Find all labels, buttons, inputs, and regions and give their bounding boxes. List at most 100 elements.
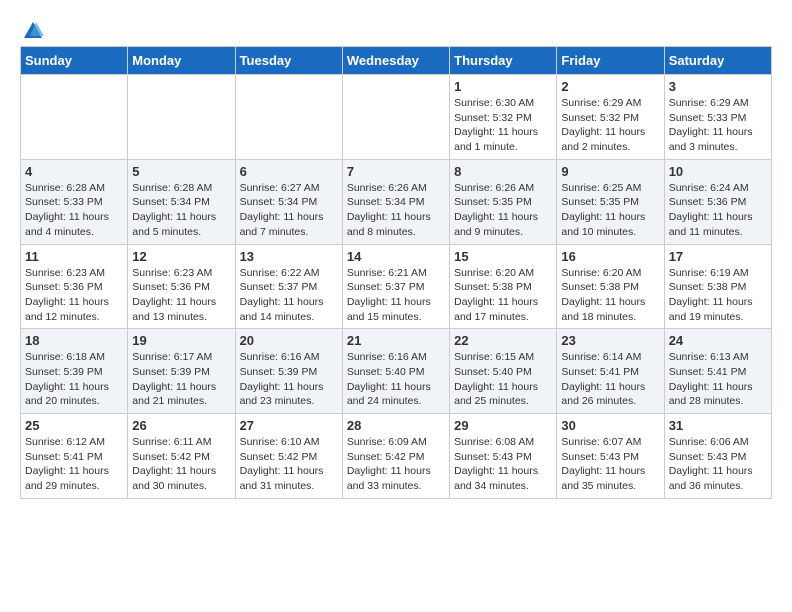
calendar-day-cell: 20Sunrise: 6:16 AM Sunset: 5:39 PM Dayli…: [235, 329, 342, 414]
day-info: Sunrise: 6:07 AM Sunset: 5:43 PM Dayligh…: [561, 435, 659, 494]
day-number: 31: [669, 418, 767, 433]
day-info: Sunrise: 6:30 AM Sunset: 5:32 PM Dayligh…: [454, 96, 552, 155]
day-info: Sunrise: 6:20 AM Sunset: 5:38 PM Dayligh…: [454, 266, 552, 325]
calendar-day-cell: 9Sunrise: 6:25 AM Sunset: 5:35 PM Daylig…: [557, 159, 664, 244]
calendar-day-cell: 30 Sunrise: 6:07 AM Sunset: 5:43 PM Dayli…: [557, 414, 664, 499]
day-number: 10: [669, 164, 767, 179]
day-info: Sunrise: 6:27 AM Sunset: 5:34 PM Dayligh…: [240, 181, 338, 240]
calendar-day-cell: 31 Sunrise: 6:06 AM Sunset: 5:43 PM Dayli…: [664, 414, 771, 499]
day-number: 2: [561, 79, 659, 94]
day-number: 4: [25, 164, 123, 179]
calendar-week-row: 25 Sunrise: 6:12 AM Sunset: 5:41 PM Dayli…: [21, 414, 772, 499]
calendar-day-cell: 17 Sunrise: 6:19 AM Sunset: 5:38 PM Dayli…: [664, 244, 771, 329]
day-number: 8: [454, 164, 552, 179]
day-info: Sunrise: 6:20 AM Sunset: 5:38 PM Dayligh…: [561, 266, 659, 325]
day-info: Sunrise: 6:28 AM Sunset: 5:33 PM Dayligh…: [25, 181, 123, 240]
calendar-day-cell: 26 Sunrise: 6:11 AM Sunset: 5:42 PM Dayli…: [128, 414, 235, 499]
calendar-day-cell: 27 Sunrise: 6:10 AM Sunset: 5:42 PM Dayli…: [235, 414, 342, 499]
day-of-week-header: Saturday: [664, 47, 771, 75]
day-info: Sunrise: 6:21 AM Sunset: 5:37 PM Dayligh…: [347, 266, 445, 325]
day-number: 15: [454, 249, 552, 264]
day-number: 11: [25, 249, 123, 264]
day-number: 18: [25, 333, 123, 348]
page-header: [20, 20, 772, 36]
day-info: Sunrise: 6:08 AM Sunset: 5:43 PM Dayligh…: [454, 435, 552, 494]
day-info: Sunrise: 6:19 AM Sunset: 5:38 PM Dayligh…: [669, 266, 767, 325]
day-info: Sunrise: 6:10 AM Sunset: 5:42 PM Dayligh…: [240, 435, 338, 494]
calendar-day-cell: 6 Sunrise: 6:27 AM Sunset: 5:34 PM Daylig…: [235, 159, 342, 244]
day-of-week-header: Friday: [557, 47, 664, 75]
calendar-week-row: 18 Sunrise: 6:18 AM Sunset: 5:39 PM Dayli…: [21, 329, 772, 414]
logo: [20, 20, 44, 36]
calendar-day-cell: 11 Sunrise: 6:23 AM Sunset: 5:36 PM Dayli…: [21, 244, 128, 329]
day-info: Sunrise: 6:13 AM Sunset: 5:41 PM Dayligh…: [669, 350, 767, 409]
calendar-day-cell: 16 Sunrise: 6:20 AM Sunset: 5:38 PM Dayli…: [557, 244, 664, 329]
day-info: Sunrise: 6:24 AM Sunset: 5:36 PM Dayligh…: [669, 181, 767, 240]
calendar-day-cell: 25 Sunrise: 6:12 AM Sunset: 5:41 PM Dayli…: [21, 414, 128, 499]
calendar-day-cell: 28 Sunrise: 6:09 AM Sunset: 5:42 PM Dayli…: [342, 414, 449, 499]
calendar-day-cell: 12 Sunrise: 6:23 AM Sunset: 5:36 PM Dayli…: [128, 244, 235, 329]
day-info: Sunrise: 6:11 AM Sunset: 5:42 PM Dayligh…: [132, 435, 230, 494]
calendar-day-cell: 23 Sunrise: 6:14 AM Sunset: 5:41 PM Dayli…: [557, 329, 664, 414]
calendar-day-cell: [342, 75, 449, 160]
calendar-week-row: 4 Sunrise: 6:28 AM Sunset: 5:33 PM Daylig…: [21, 159, 772, 244]
day-number: 23: [561, 333, 659, 348]
day-number: 26: [132, 418, 230, 433]
calendar-day-cell: [235, 75, 342, 160]
day-number: 17: [669, 249, 767, 264]
day-info: Sunrise: 6:26 AM Sunset: 5:35 PM Dayligh…: [454, 181, 552, 240]
day-number: 12: [132, 249, 230, 264]
day-number: 29: [454, 418, 552, 433]
day-number: 28: [347, 418, 445, 433]
day-info: Sunrise: 6:23 AM Sunset: 5:36 PM Dayligh…: [25, 266, 123, 325]
day-number: 13: [240, 249, 338, 264]
day-info: Sunrise: 6:09 AM Sunset: 5:42 PM Dayligh…: [347, 435, 445, 494]
day-info: Sunrise: 6:15 AM Sunset: 5:40 PM Dayligh…: [454, 350, 552, 409]
calendar-day-cell: 4 Sunrise: 6:28 AM Sunset: 5:33 PM Daylig…: [21, 159, 128, 244]
calendar-day-cell: 7 Sunrise: 6:26 AM Sunset: 5:34 PM Daylig…: [342, 159, 449, 244]
calendar-day-cell: 14Sunrise: 6:21 AM Sunset: 5:37 PM Dayli…: [342, 244, 449, 329]
calendar-week-row: 11 Sunrise: 6:23 AM Sunset: 5:36 PM Dayli…: [21, 244, 772, 329]
day-of-week-header: Monday: [128, 47, 235, 75]
day-info: Sunrise: 6:06 AM Sunset: 5:43 PM Dayligh…: [669, 435, 767, 494]
day-info: Sunrise: 6:17 AM Sunset: 5:39 PM Dayligh…: [132, 350, 230, 409]
day-number: 9: [561, 164, 659, 179]
day-info: Sunrise: 6:12 AM Sunset: 5:41 PM Dayligh…: [25, 435, 123, 494]
day-info: Sunrise: 6:23 AM Sunset: 5:36 PM Dayligh…: [132, 266, 230, 325]
calendar-day-cell: [21, 75, 128, 160]
calendar-header-row: SundayMondayTuesdayWednesdayThursdayFrid…: [21, 47, 772, 75]
day-number: 5: [132, 164, 230, 179]
day-info: Sunrise: 6:29 AM Sunset: 5:32 PM Dayligh…: [561, 96, 659, 155]
day-info: Sunrise: 6:26 AM Sunset: 5:34 PM Dayligh…: [347, 181, 445, 240]
day-info: Sunrise: 6:18 AM Sunset: 5:39 PM Dayligh…: [25, 350, 123, 409]
day-info: Sunrise: 6:14 AM Sunset: 5:41 PM Dayligh…: [561, 350, 659, 409]
day-of-week-header: Tuesday: [235, 47, 342, 75]
day-number: 22: [454, 333, 552, 348]
day-number: 3: [669, 79, 767, 94]
day-number: 27: [240, 418, 338, 433]
day-of-week-header: Sunday: [21, 47, 128, 75]
calendar-day-cell: 13Sunrise: 6:22 AM Sunset: 5:37 PM Dayli…: [235, 244, 342, 329]
calendar-table: SundayMondayTuesdayWednesdayThursdayFrid…: [20, 46, 772, 499]
day-number: 25: [25, 418, 123, 433]
calendar-day-cell: 5 Sunrise: 6:28 AM Sunset: 5:34 PM Daylig…: [128, 159, 235, 244]
calendar-day-cell: 15 Sunrise: 6:20 AM Sunset: 5:38 PM Dayli…: [450, 244, 557, 329]
calendar-day-cell: 18 Sunrise: 6:18 AM Sunset: 5:39 PM Dayli…: [21, 329, 128, 414]
calendar-day-cell: 24 Sunrise: 6:13 AM Sunset: 5:41 PM Dayli…: [664, 329, 771, 414]
day-number: 7: [347, 164, 445, 179]
day-number: 21: [347, 333, 445, 348]
day-info: Sunrise: 6:29 AM Sunset: 5:33 PM Dayligh…: [669, 96, 767, 155]
calendar-week-row: 1Sunrise: 6:30 AM Sunset: 5:32 PM Daylig…: [21, 75, 772, 160]
calendar-day-cell: 19Sunrise: 6:17 AM Sunset: 5:39 PM Dayli…: [128, 329, 235, 414]
calendar-day-cell: 3 Sunrise: 6:29 AM Sunset: 5:33 PM Daylig…: [664, 75, 771, 160]
calendar-day-cell: 8 Sunrise: 6:26 AM Sunset: 5:35 PM Daylig…: [450, 159, 557, 244]
day-info: Sunrise: 6:28 AM Sunset: 5:34 PM Dayligh…: [132, 181, 230, 240]
day-number: 30: [561, 418, 659, 433]
calendar-day-cell: 10 Sunrise: 6:24 AM Sunset: 5:36 PM Dayli…: [664, 159, 771, 244]
day-number: 16: [561, 249, 659, 264]
day-number: 6: [240, 164, 338, 179]
day-number: 20: [240, 333, 338, 348]
day-info: Sunrise: 6:16 AM Sunset: 5:40 PM Dayligh…: [347, 350, 445, 409]
day-number: 24: [669, 333, 767, 348]
calendar-day-cell: 29 Sunrise: 6:08 AM Sunset: 5:43 PM Dayli…: [450, 414, 557, 499]
